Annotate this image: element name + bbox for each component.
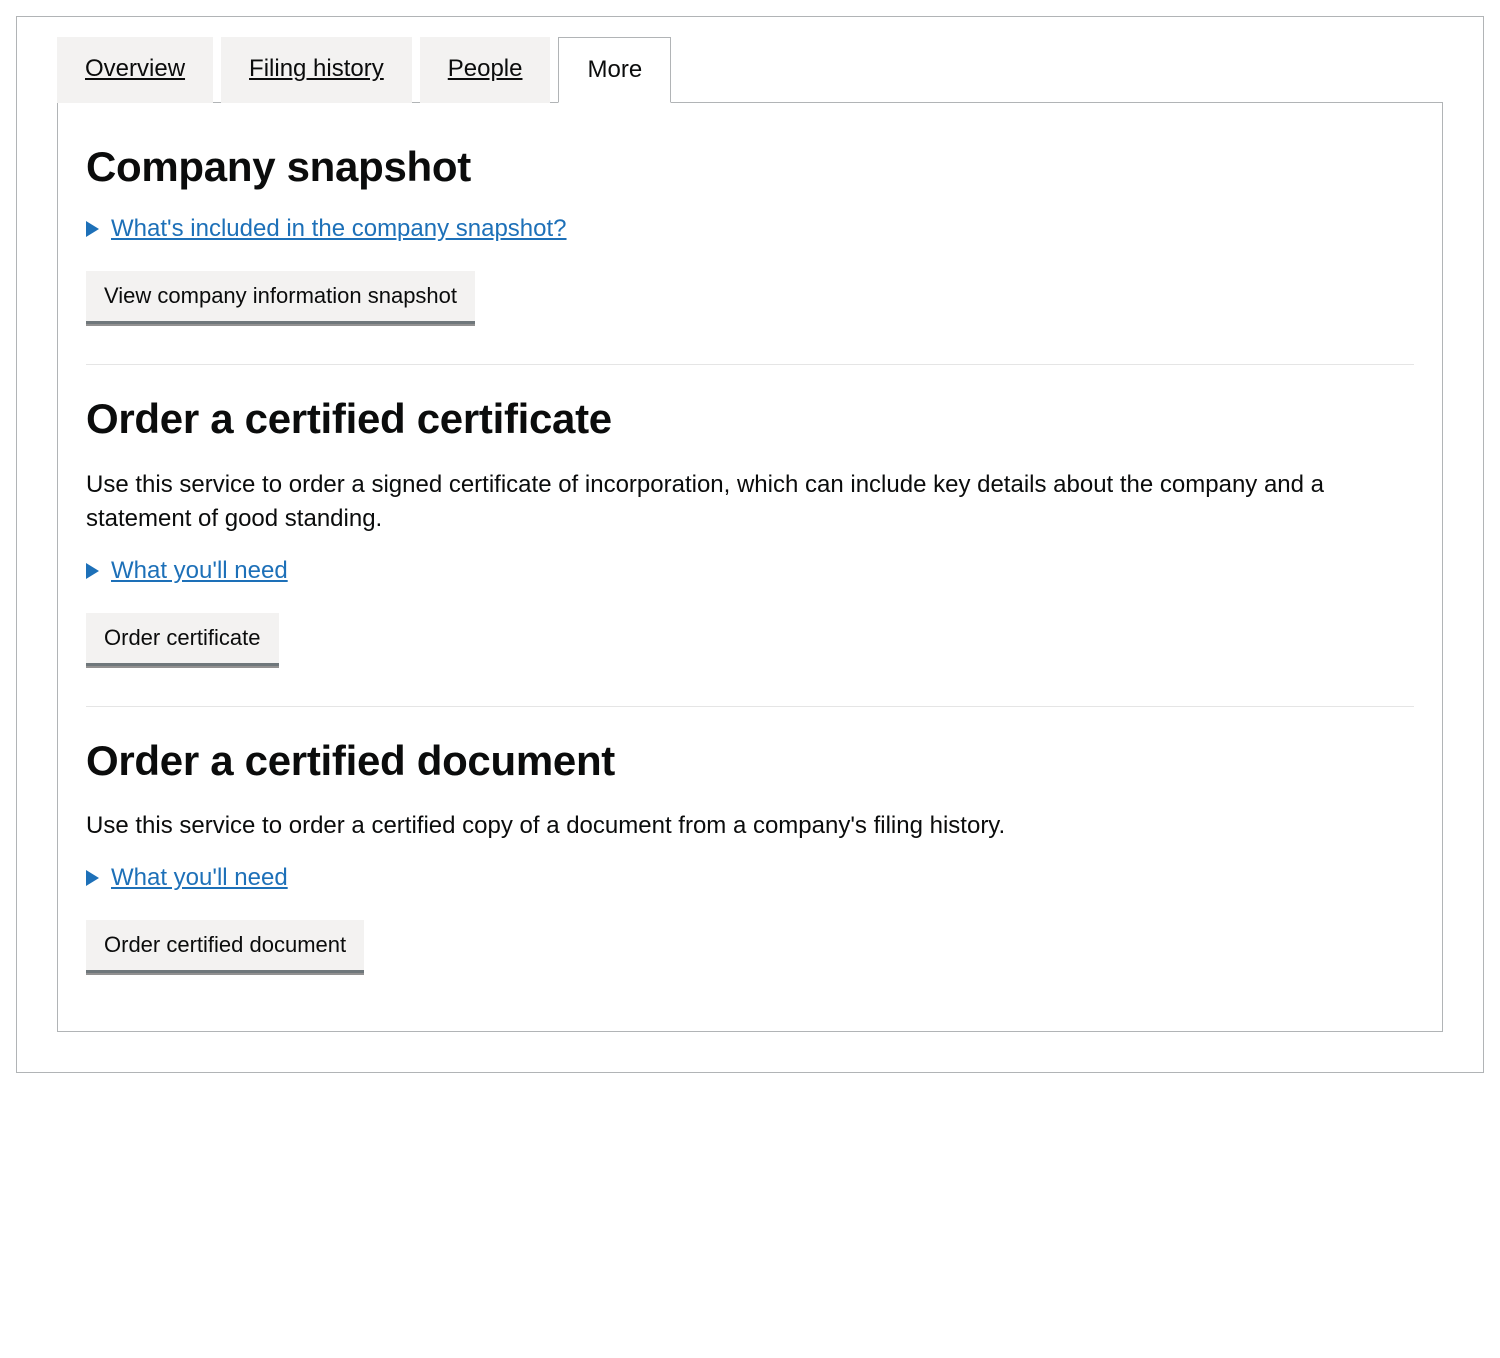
tab-overview[interactable]: Overview <box>57 37 213 103</box>
tab-more[interactable]: More <box>558 37 671 103</box>
chevron-right-icon <box>86 870 99 886</box>
chevron-right-icon <box>86 221 99 237</box>
details-document-link[interactable]: What you'll need <box>111 864 288 892</box>
order-certificate-button[interactable]: Order certificate <box>86 613 279 666</box>
tab-people[interactable]: People <box>420 37 551 103</box>
order-document-button[interactable]: Order certified document <box>86 920 364 973</box>
tab-panel-more: Company snapshot What's included in the … <box>57 102 1443 1032</box>
para-document: Use this service to order a certified co… <box>86 809 1414 844</box>
para-certificate: Use this service to order a signed certi… <box>86 468 1414 538</box>
details-snapshot-link[interactable]: What's included in the company snapshot? <box>111 215 567 243</box>
divider <box>86 706 1414 707</box>
details-snapshot[interactable]: What's included in the company snapshot? <box>86 215 1414 243</box>
details-document[interactable]: What you'll need <box>86 864 1414 892</box>
heading-certified-document: Order a certified document <box>86 737 1414 785</box>
heading-certified-certificate: Order a certified certificate <box>86 395 1414 443</box>
tab-filing-history[interactable]: Filing history <box>221 37 412 103</box>
tab-list: Overview Filing history People More <box>57 37 1443 103</box>
chevron-right-icon <box>86 563 99 579</box>
details-certificate[interactable]: What you'll need <box>86 557 1414 585</box>
heading-company-snapshot: Company snapshot <box>86 143 1414 191</box>
view-snapshot-button[interactable]: View company information snapshot <box>86 271 475 324</box>
page-frame: Overview Filing history People More Comp… <box>16 16 1484 1073</box>
details-certificate-link[interactable]: What you'll need <box>111 557 288 585</box>
divider <box>86 364 1414 365</box>
